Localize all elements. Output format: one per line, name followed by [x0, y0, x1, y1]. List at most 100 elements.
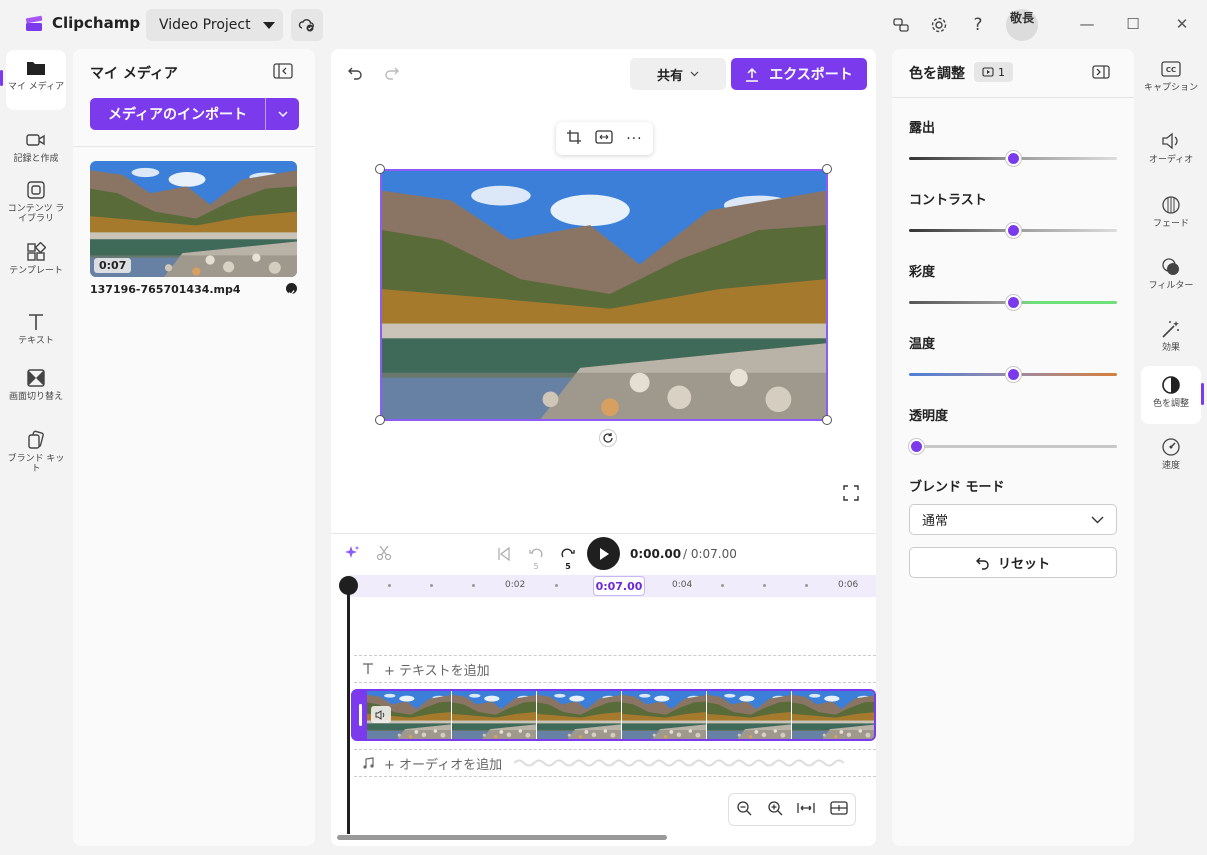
cloud-sync-button[interactable]	[291, 9, 323, 41]
nav-color-adjust[interactable]: 色を調整	[1141, 366, 1201, 424]
timeline-scrollbar[interactable]	[337, 835, 667, 840]
feedback-button[interactable]	[888, 12, 914, 38]
media-file-name: 137196-765701434.mp4	[90, 283, 241, 296]
opacity-slider[interactable]	[909, 445, 1117, 448]
rotate-button[interactable]	[599, 429, 617, 447]
import-media-label: メディアのインポート	[107, 107, 248, 123]
skip-start-icon	[498, 546, 510, 562]
nav-effects[interactable]: 効果	[1141, 310, 1201, 368]
import-media-button[interactable]: メディアのインポート	[90, 98, 299, 130]
total-time: / 0:07.00	[683, 547, 737, 561]
rewind-icon	[529, 548, 543, 558]
fullscreen-icon[interactable]	[843, 485, 859, 501]
clip-trim-handle[interactable]	[353, 691, 367, 739]
nav-audio[interactable]: オーディオ	[1141, 122, 1201, 180]
divider	[331, 533, 876, 534]
folder-icon	[25, 57, 47, 79]
forward-icon	[561, 548, 575, 558]
opacity-slider-thumb[interactable]	[909, 439, 924, 454]
resize-handle-top-left[interactable]	[375, 164, 385, 174]
nav-label: テンプレート	[9, 266, 63, 276]
play-icon	[599, 547, 609, 560]
forward-5-button[interactable]: 5	[559, 544, 577, 571]
exposure-slider-thumb[interactable]	[1005, 151, 1021, 166]
collapse-panel-icon[interactable]	[273, 63, 293, 79]
clip-frames	[367, 691, 874, 739]
nav-label: キャプション	[1143, 83, 1198, 93]
contrast-slider-thumb[interactable]	[1005, 223, 1021, 238]
resize-handle-top-right[interactable]	[822, 164, 832, 174]
media-panel: マイ メディア メディアのインポート 0:07 137196-765701434…	[73, 49, 315, 846]
playhead-time-badge: 0:07.00	[593, 576, 645, 596]
duration-badge: 0:07	[94, 258, 132, 273]
video-preview[interactable]	[380, 169, 828, 421]
split-button[interactable]	[376, 545, 392, 565]
close-button[interactable]: ✕	[1167, 12, 1197, 36]
nav-label: 色を調整	[1152, 399, 1189, 409]
captions-icon: CC	[1160, 58, 1182, 80]
ai-sparkle-button[interactable]	[344, 545, 360, 565]
resize-handle-bottom-right[interactable]	[822, 415, 832, 425]
tick-dot	[472, 584, 475, 587]
fit-button[interactable]	[595, 129, 613, 148]
video-clip[interactable]	[351, 689, 876, 741]
rewind-5-button[interactable]: 5	[527, 544, 545, 571]
forward-seconds: 5	[565, 562, 571, 571]
nav-text[interactable]: テキスト	[6, 304, 66, 364]
video-camera-icon	[25, 129, 47, 151]
nav-label: ブランド キット	[7, 454, 65, 474]
help-button[interactable]: ?	[965, 12, 991, 38]
tick-dot	[721, 584, 724, 587]
preview-toolbar: ···	[556, 122, 653, 155]
text-track[interactable]: + テキストを追加	[354, 655, 876, 683]
avatar[interactable]: 敬長	[1006, 9, 1038, 41]
zoom-out-button[interactable]	[736, 800, 752, 820]
nav-transitions[interactable]: 画面切り替え	[6, 360, 66, 424]
nav-fade[interactable]: フェード	[1141, 186, 1201, 244]
nav-speed[interactable]: 速度	[1141, 428, 1201, 486]
waveform-icon	[514, 759, 845, 767]
undo-button[interactable]	[347, 65, 363, 85]
nav-active-indicator	[0, 70, 3, 86]
zoom-out-icon	[737, 800, 752, 815]
nav-label: コンテンツ ライブラリ	[7, 204, 65, 224]
redo-button[interactable]	[384, 65, 400, 85]
resize-handle-bottom-left[interactable]	[375, 415, 385, 425]
collapse-panel-icon[interactable]	[1092, 65, 1110, 79]
temperature-slider-thumb[interactable]	[1005, 367, 1021, 382]
skip-to-start-button[interactable]	[496, 546, 512, 566]
nav-brand-kit[interactable]: ブランド キット	[6, 422, 66, 486]
blend-mode-label: ブレンド モード	[909, 480, 1005, 495]
settings-button[interactable]	[926, 12, 952, 38]
nav-filters[interactable]: フィルター	[1141, 248, 1201, 306]
reset-button[interactable]: リセット	[909, 547, 1117, 578]
audio-track[interactable]: + オーディオを追加	[354, 749, 876, 777]
clip-count-value: 1	[998, 65, 1005, 79]
minimize-button[interactable]: —	[1072, 12, 1102, 36]
blend-mode-select[interactable]: 通常	[909, 504, 1117, 535]
import-dropdown-button[interactable]	[266, 111, 299, 117]
cloud-sync-icon	[298, 19, 314, 32]
saturation-slider-thumb[interactable]	[1005, 295, 1021, 310]
preview-image	[382, 171, 826, 419]
crop-button[interactable]	[566, 129, 582, 149]
export-button[interactable]: エクスポート	[731, 58, 867, 90]
maximize-button[interactable]: ☐	[1118, 12, 1148, 36]
nav-captions[interactable]: CC キャプション	[1141, 50, 1201, 108]
divider	[892, 97, 1134, 98]
clip-audio-button[interactable]	[371, 706, 391, 723]
timeline-view-button[interactable]	[830, 800, 848, 819]
more-options-button[interactable]: ···	[626, 131, 642, 147]
opacity-label: 透明度	[909, 409, 949, 424]
redo-icon	[385, 67, 399, 80]
close-icon: ✕	[1175, 15, 1189, 33]
zoom-in-button[interactable]	[767, 800, 783, 820]
nav-content-library[interactable]: コンテンツ ライブラリ	[6, 172, 66, 238]
nav-my-media[interactable]: マイ メディア	[6, 50, 66, 110]
nav-templates[interactable]: テンプレート	[6, 234, 66, 294]
blend-mode-value: 通常	[922, 514, 949, 529]
fit-timeline-button[interactable]	[797, 800, 815, 819]
project-name-button[interactable]: Video Project	[146, 9, 283, 41]
share-button[interactable]: 共有	[630, 58, 726, 90]
play-button[interactable]	[587, 537, 620, 570]
